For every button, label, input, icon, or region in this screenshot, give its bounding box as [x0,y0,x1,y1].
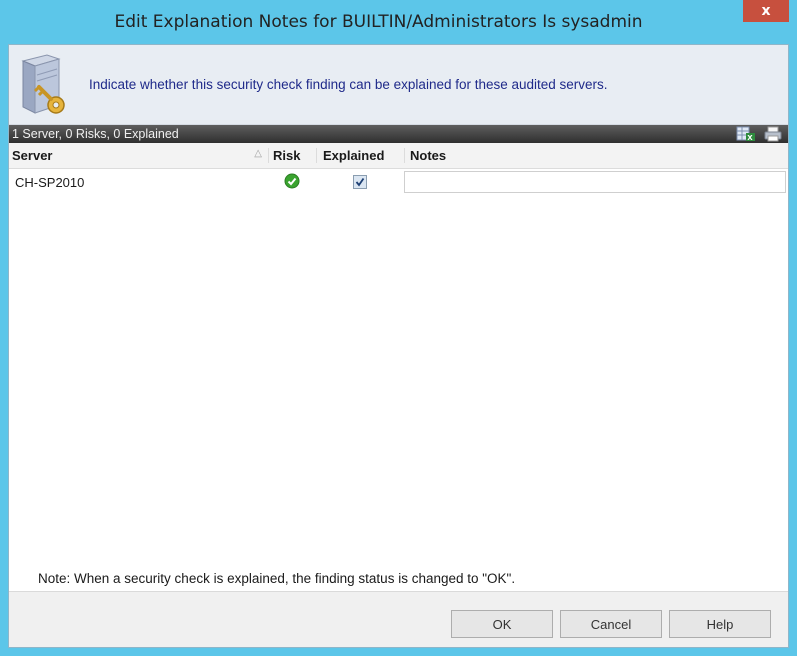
grid-header: Server △ Risk Explained Notes [9,143,788,169]
excel-export-icon[interactable]: X [736,126,756,145]
header-explained[interactable]: Explained [316,148,404,163]
cell-notes [404,169,788,195]
cell-explained [316,175,404,189]
header-explained-label: Explained [323,148,385,163]
button-bar: OK Cancel Help [9,591,788,647]
dialog-window: Edit Explanation Notes for BUILTIN/Admin… [0,0,797,656]
banner-text: Indicate whether this security check fin… [89,77,608,92]
checkmark-icon [355,177,365,187]
cell-risk [268,173,316,192]
header-risk-label: Risk [273,148,301,163]
grid-summary-text: 1 Server, 0 Risks, 0 Explained [12,127,179,141]
header-risk[interactable]: Risk [268,148,316,163]
header-notes-label: Notes [410,148,447,163]
header-notes[interactable]: Notes [404,148,788,163]
cell-server: CH-SP2010 [15,174,85,190]
ok-button[interactable]: OK [451,610,553,638]
title-bar[interactable]: Edit Explanation Notes for BUILTIN/Admin… [8,0,789,44]
window-title: Edit Explanation Notes for BUILTIN/Admin… [114,12,643,32]
help-button[interactable]: Help [669,610,771,638]
cancel-button[interactable]: Cancel [560,610,662,638]
table-row[interactable]: CH-SP2010 [9,169,788,195]
header-server[interactable]: Server △ [9,148,268,163]
close-icon: x [761,3,771,19]
print-icon[interactable] [764,126,782,145]
explained-checkbox[interactable] [353,175,367,189]
check-circle-icon [284,173,300,192]
grid-toolbar: X [736,126,782,145]
notes-input[interactable] [404,171,786,193]
server-key-icon [9,45,89,125]
svg-text:X: X [747,134,753,142]
info-banner: Indicate whether this security check fin… [9,45,788,125]
header-server-label: Server [12,148,53,163]
grid-summary-bar: 1 Server, 0 Risks, 0 Explained X [9,125,788,143]
explanation-note: Note: When a security check is explained… [38,571,516,586]
close-button[interactable]: x [743,0,789,22]
dialog-client: Indicate whether this security check fin… [8,44,789,648]
sort-ascending-icon: △ [254,148,262,159]
